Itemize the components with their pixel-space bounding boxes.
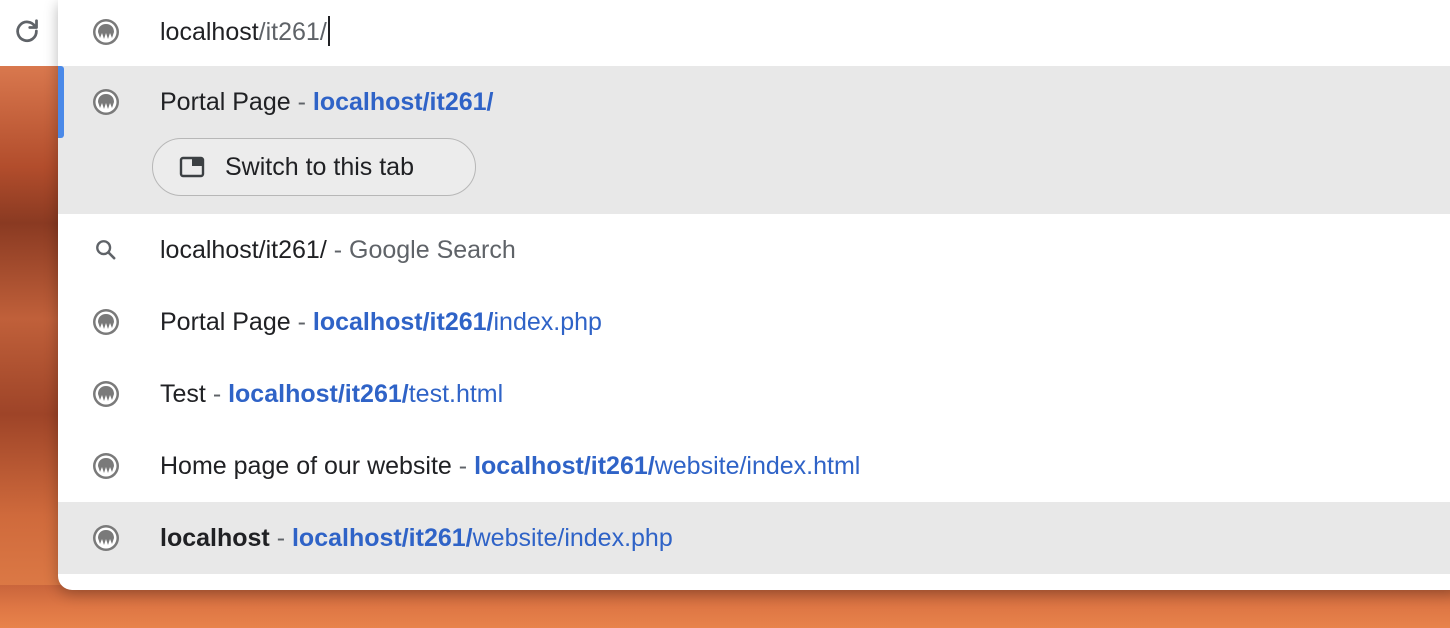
suggestion-title: Portal Page — [160, 88, 291, 116]
suggestion-title: Home page of our website — [160, 452, 452, 480]
suggestion-separator: - — [333, 236, 343, 264]
omnibox-input[interactable]: localhost/it261/ — [160, 14, 330, 50]
suggestion-url-match: localhost/it261/ — [291, 524, 473, 552]
suggestion-label: Portal Page - localhost/it261/index.php — [160, 304, 602, 340]
omnibox-autocomplete-text: /it261/ — [258, 18, 327, 46]
desktop-background-bottom — [0, 585, 1450, 628]
suggestion-url-rest: index.php — [493, 308, 602, 336]
switch-to-tab-button[interactable]: Switch to this tab — [152, 138, 476, 196]
suggestion-url-match: localhost/it261/ — [312, 308, 494, 336]
suggestion-separator: - — [212, 380, 222, 408]
site-globe-icon — [88, 448, 124, 484]
suggestion-label: localhost - localhost/it261/website/inde… — [160, 520, 673, 556]
search-icon — [88, 232, 124, 268]
suggestion-label: Home page of our website - localhost/it2… — [160, 448, 860, 484]
switch-tab-icon — [179, 156, 205, 178]
suggestion-url-match: localhost/it261/ — [312, 88, 494, 116]
suggestion-title: Test — [160, 380, 206, 408]
selected-suggestion[interactable]: Portal Page - localhost/it261/ Switch to… — [58, 66, 1450, 214]
suggestion-row[interactable]: Portal Page - localhost/it261/ — [58, 66, 1450, 138]
suggestion-title: localhost — [160, 524, 270, 552]
omnibox-typed-text: localhost — [160, 18, 259, 46]
suggestion-separator: - — [297, 308, 306, 336]
site-globe-icon — [88, 14, 124, 50]
suggestion-title: Portal Page — [160, 308, 291, 336]
suggestion-row[interactable]: Test - localhost/it261/test.html — [58, 358, 1450, 430]
suggestion-label: localhost/it261/ - Google Search — [160, 232, 516, 268]
search-query: localhost/it261/ — [160, 236, 327, 264]
suggestion-url-rest: test.html — [408, 380, 504, 408]
site-globe-icon — [88, 520, 124, 556]
suggestion-search-row[interactable]: localhost/it261/ - Google Search — [58, 214, 1450, 286]
omnibox-dropdown: localhost/it261/ Portal Page - localhost… — [58, 0, 1450, 590]
suggestion-row[interactable]: Home page of our website - localhost/it2… — [58, 430, 1450, 502]
reload-icon[interactable] — [10, 14, 44, 48]
search-engine-label: Google Search — [349, 236, 516, 264]
site-globe-icon — [88, 304, 124, 340]
suggestion-label: Portal Page - localhost/it261/ — [160, 84, 494, 120]
text-caret — [327, 16, 330, 47]
suggestion-url-match: localhost/it261/ — [228, 380, 409, 408]
suggestion-separator: - — [276, 524, 286, 552]
suggestion-url-rest: website/index.html — [654, 452, 861, 480]
suggestion-url-rest: website/index.php — [472, 524, 673, 552]
suggestion-separator: - — [297, 88, 306, 116]
omnibox-input-row[interactable]: localhost/it261/ — [58, 0, 1450, 66]
switch-to-tab-label: Switch to this tab — [225, 152, 414, 181]
suggestion-row[interactable]: localhost - localhost/it261/website/inde… — [58, 502, 1450, 574]
suggestion-label: Test - localhost/it261/test.html — [160, 376, 503, 412]
suggestion-separator: - — [458, 452, 468, 480]
suggestion-row[interactable]: Portal Page - localhost/it261/index.php — [58, 286, 1450, 358]
suggestion-url-match: localhost/it261/ — [474, 452, 655, 480]
site-globe-icon — [88, 376, 124, 412]
